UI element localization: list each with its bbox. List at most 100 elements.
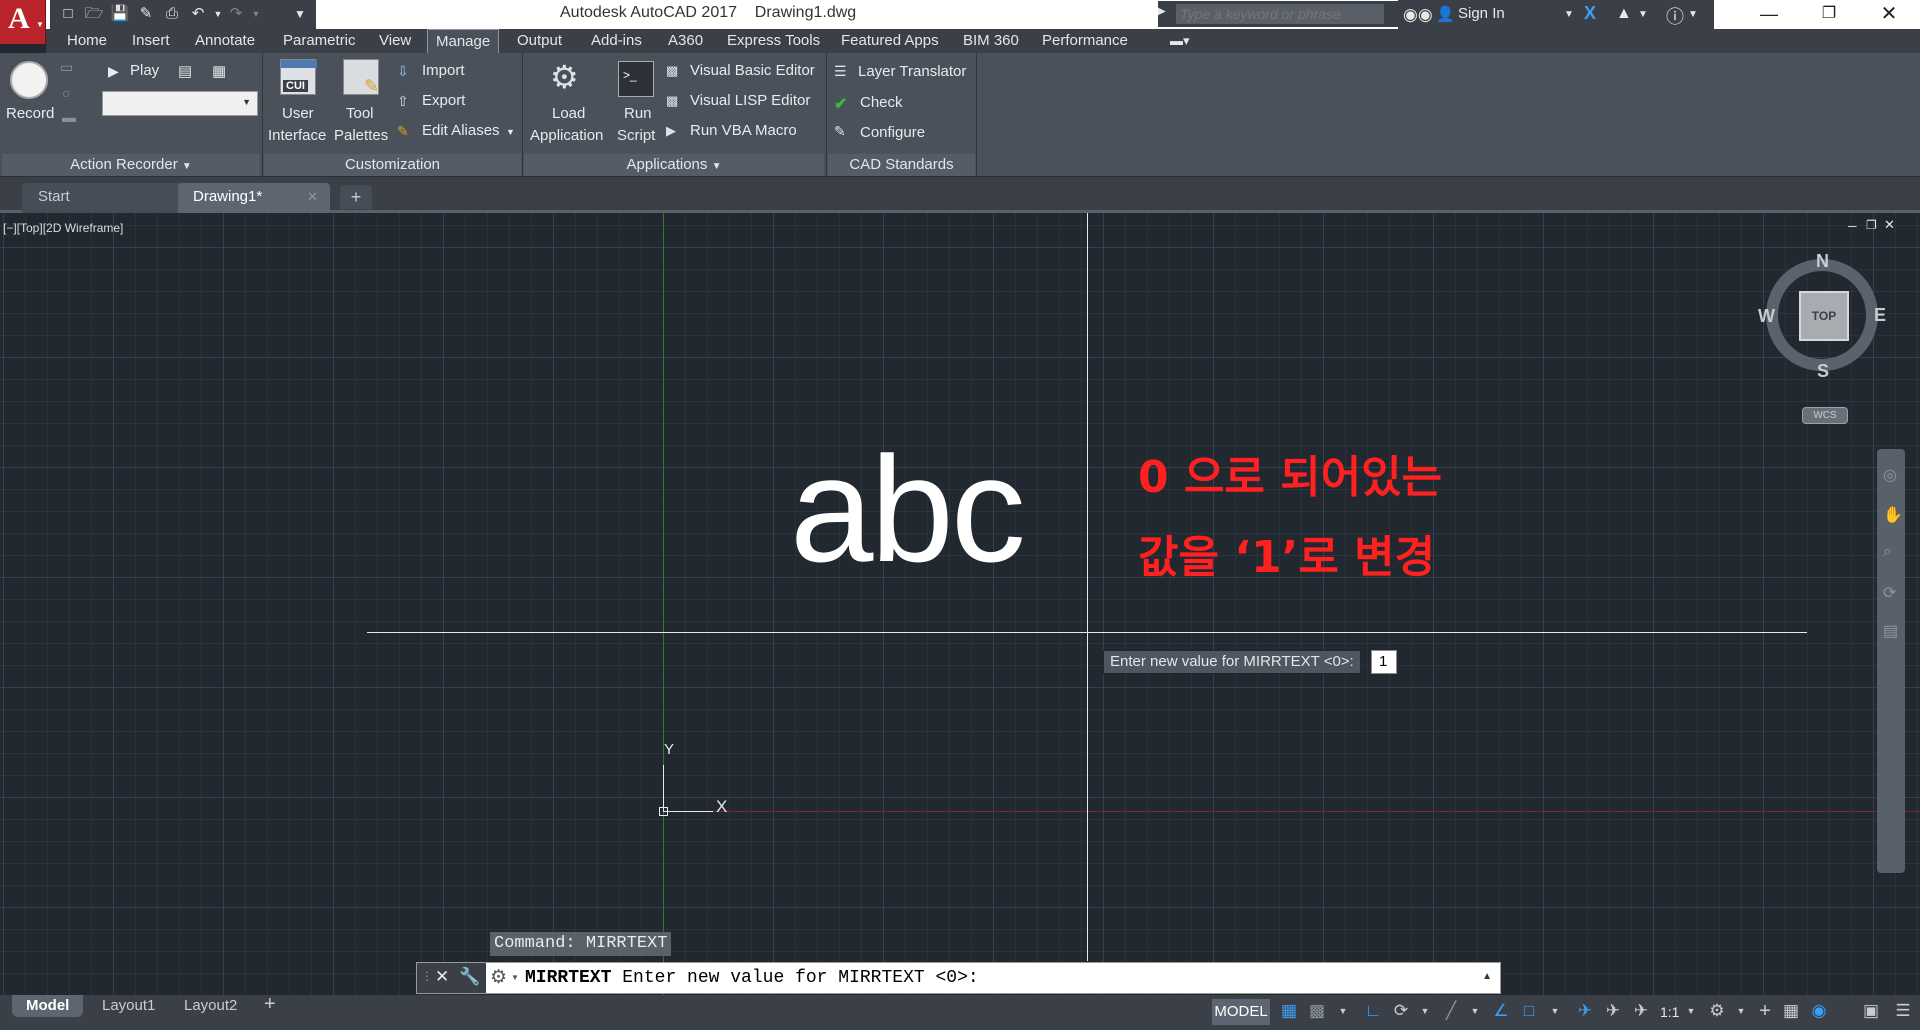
hardware-acceleration-icon[interactable]: ◉ — [1808, 1000, 1830, 1022]
tab-performance[interactable]: Performance — [1042, 29, 1128, 53]
edit-aliases-dropdown-icon[interactable]: ▼ — [506, 127, 515, 137]
isodraft-icon[interactable]: ╱ — [1440, 1000, 1462, 1022]
customize-qat-icon[interactable]: ▼ — [290, 5, 310, 23]
layer-translator-icon[interactable]: ☰ — [834, 63, 854, 81]
check-icon[interactable]: ✔ — [834, 94, 854, 113]
tab-start[interactable]: Start — [22, 183, 186, 213]
steering-wheel-icon[interactable]: ◎ — [1883, 465, 1897, 485]
object-snap-tracking-icon[interactable]: ∠ — [1490, 1000, 1512, 1022]
annotation-scale-dropdown-icon[interactable]: ▼ — [1680, 1000, 1702, 1022]
binoculars-icon[interactable]: ◉◉ — [1403, 5, 1433, 25]
action-recorder-panel-title[interactable]: Action Recorder ▼ — [2, 154, 260, 176]
close-tab-icon[interactable]: ✕ — [307, 189, 318, 205]
save-icon[interactable]: 💾 — [110, 5, 130, 23]
search-input[interactable] — [1176, 4, 1384, 24]
undo-icon[interactable]: ↶ — [188, 5, 208, 23]
a360-icon[interactable]: ▲ — [1616, 5, 1632, 23]
exchange-apps-icon[interactable]: X — [1584, 3, 1596, 24]
import-button[interactable]: Import — [422, 62, 465, 79]
compass-east[interactable]: E — [1874, 305, 1886, 326]
undo-dropdown-icon[interactable]: ▼ — [208, 5, 228, 23]
layout-tab-model[interactable]: Model — [12, 995, 84, 1017]
sign-in-link[interactable]: Sign In — [1458, 5, 1505, 22]
open-file-icon[interactable]: 🗁 — [84, 5, 104, 23]
a360-dropdown-icon[interactable]: ▼ — [1638, 9, 1648, 20]
close-window-icon[interactable]: ✕ — [1860, 0, 1918, 29]
object-snap-icon[interactable]: □ — [1518, 1000, 1540, 1022]
redo-dropdown-icon[interactable]: ▼ — [246, 5, 266, 23]
print-icon[interactable]: ⎙ — [162, 5, 182, 23]
insert-message-icon[interactable]: ▭ — [60, 59, 73, 76]
layout-tab-layout1[interactable]: Layout1 — [88, 995, 169, 1017]
configure-icon[interactable]: ✎ — [834, 123, 854, 141]
customization-menu-icon[interactable]: ☰ — [1892, 1000, 1914, 1022]
insert-base-point-icon[interactable]: ▬ — [62, 109, 76, 125]
tab-output[interactable]: Output — [517, 29, 562, 53]
load-application-label-1[interactable]: Load — [552, 105, 585, 122]
vba-editor-icon[interactable]: ▩ — [666, 63, 686, 81]
tab-insert[interactable]: Insert — [132, 29, 170, 53]
tab-annotate[interactable]: Annotate — [195, 29, 255, 53]
grid-icon[interactable]: ▦ — [1278, 1000, 1300, 1022]
application-menu-button[interactable]: A ▼ — [0, 0, 46, 44]
snap-icon[interactable]: ▩ — [1306, 1000, 1328, 1022]
new-file-icon[interactable]: □ — [58, 5, 78, 23]
showmotion-icon[interactable]: ▤ — [1883, 621, 1898, 641]
command-history-toggle-icon[interactable]: ▲ — [1482, 971, 1492, 982]
layer-translator-button[interactable]: Layer Translator — [858, 63, 966, 80]
restore-icon[interactable]: ❐ — [1800, 0, 1858, 29]
command-input[interactable]: MIRRTEXT Enter new value for MIRRTEXT <0… — [525, 968, 979, 988]
edit-aliases-icon[interactable]: ✎ — [397, 123, 417, 141]
annotation-scale-value[interactable]: 1:1 — [1660, 1004, 1679, 1020]
viewport-controls[interactable]: [−][Top][2D Wireframe] — [3, 221, 123, 235]
annotation-monitor-icon[interactable]: + — [1754, 1000, 1776, 1022]
macro-select[interactable]: ▼ — [102, 91, 258, 116]
wcs-menu[interactable]: WCS — [1802, 407, 1848, 424]
compass-south[interactable]: S — [1817, 361, 1829, 382]
lisp-editor-icon[interactable]: ▩ — [666, 93, 686, 111]
sign-in-dropdown-icon[interactable]: ▼ — [1564, 9, 1574, 20]
compass-west[interactable]: W — [1758, 306, 1775, 327]
run-script-label-1[interactable]: Run — [624, 105, 652, 122]
ortho-icon[interactable]: ∟ — [1362, 1000, 1384, 1022]
play-icon[interactable]: ▶ — [108, 63, 119, 80]
user-interface-icon[interactable]: CUI — [280, 59, 317, 95]
user-interface-label-1[interactable]: User — [282, 105, 314, 122]
tab-featured-apps[interactable]: Featured Apps — [841, 29, 939, 53]
new-layout-icon[interactable]: + — [264, 993, 276, 1016]
load-application-icon[interactable]: ⚙ — [550, 59, 586, 95]
visual-basic-editor-button[interactable]: Visual Basic Editor — [690, 62, 815, 79]
record-button[interactable]: Record — [6, 105, 54, 122]
save-as-icon[interactable]: ✎ — [136, 5, 156, 23]
request-input-icon[interactable]: ○ — [62, 85, 70, 101]
run-vba-macro-button[interactable]: Run VBA Macro — [690, 122, 797, 139]
manage-macros-icon[interactable]: ▦ — [212, 62, 226, 80]
edit-aliases-button[interactable]: Edit Aliases — [422, 122, 500, 139]
pan-icon[interactable]: ✋ — [1883, 505, 1903, 525]
auto-scale-icon[interactable]: ✈ — [1602, 1000, 1624, 1022]
preference-icon[interactable]: ▤ — [178, 62, 192, 80]
model-space-toggle[interactable]: MODEL — [1212, 999, 1270, 1025]
user-icon[interactable]: 👤 — [1436, 5, 1455, 23]
recent-commands-dropdown-icon[interactable]: ▼ — [511, 973, 519, 982]
ribbon-minimize-icon[interactable]: ▬▾ — [1170, 29, 1190, 53]
isodraft-dropdown-icon[interactable]: ▼ — [1464, 1000, 1486, 1022]
export-icon[interactable]: ⇧ — [397, 93, 417, 111]
run-script-icon[interactable]: >_ — [618, 61, 654, 97]
tab-manage[interactable]: Manage — [427, 29, 500, 53]
snap-dropdown-icon[interactable]: ▼ — [1332, 1000, 1354, 1022]
run-vba-macro-icon[interactable]: ▶ — [666, 123, 686, 141]
polar-dropdown-icon[interactable]: ▼ — [1414, 1000, 1436, 1022]
tab-home[interactable]: Home — [67, 29, 107, 53]
drawing-canvas[interactable]: [−][Top][2D Wireframe] ─ ❐ ✕ abc 0 으로 되어… — [0, 213, 1920, 995]
help-icon[interactable]: ⓘ — [1666, 3, 1684, 29]
drawing-text-object[interactable]: abc — [790, 423, 1026, 596]
visual-lisp-editor-button[interactable]: Visual LISP Editor — [690, 92, 810, 109]
units-icon[interactable]: ▦ — [1780, 1000, 1802, 1022]
close-command-line-icon[interactable]: ✕ — [435, 967, 449, 987]
record-icon[interactable] — [10, 61, 48, 99]
check-button[interactable]: Check — [860, 94, 903, 111]
viewport-restore-icon[interactable]: ❐ — [1866, 218, 1877, 232]
viewcube-top-face[interactable]: TOP — [1799, 291, 1849, 341]
tool-palettes-icon[interactable]: ✎ — [343, 59, 379, 96]
